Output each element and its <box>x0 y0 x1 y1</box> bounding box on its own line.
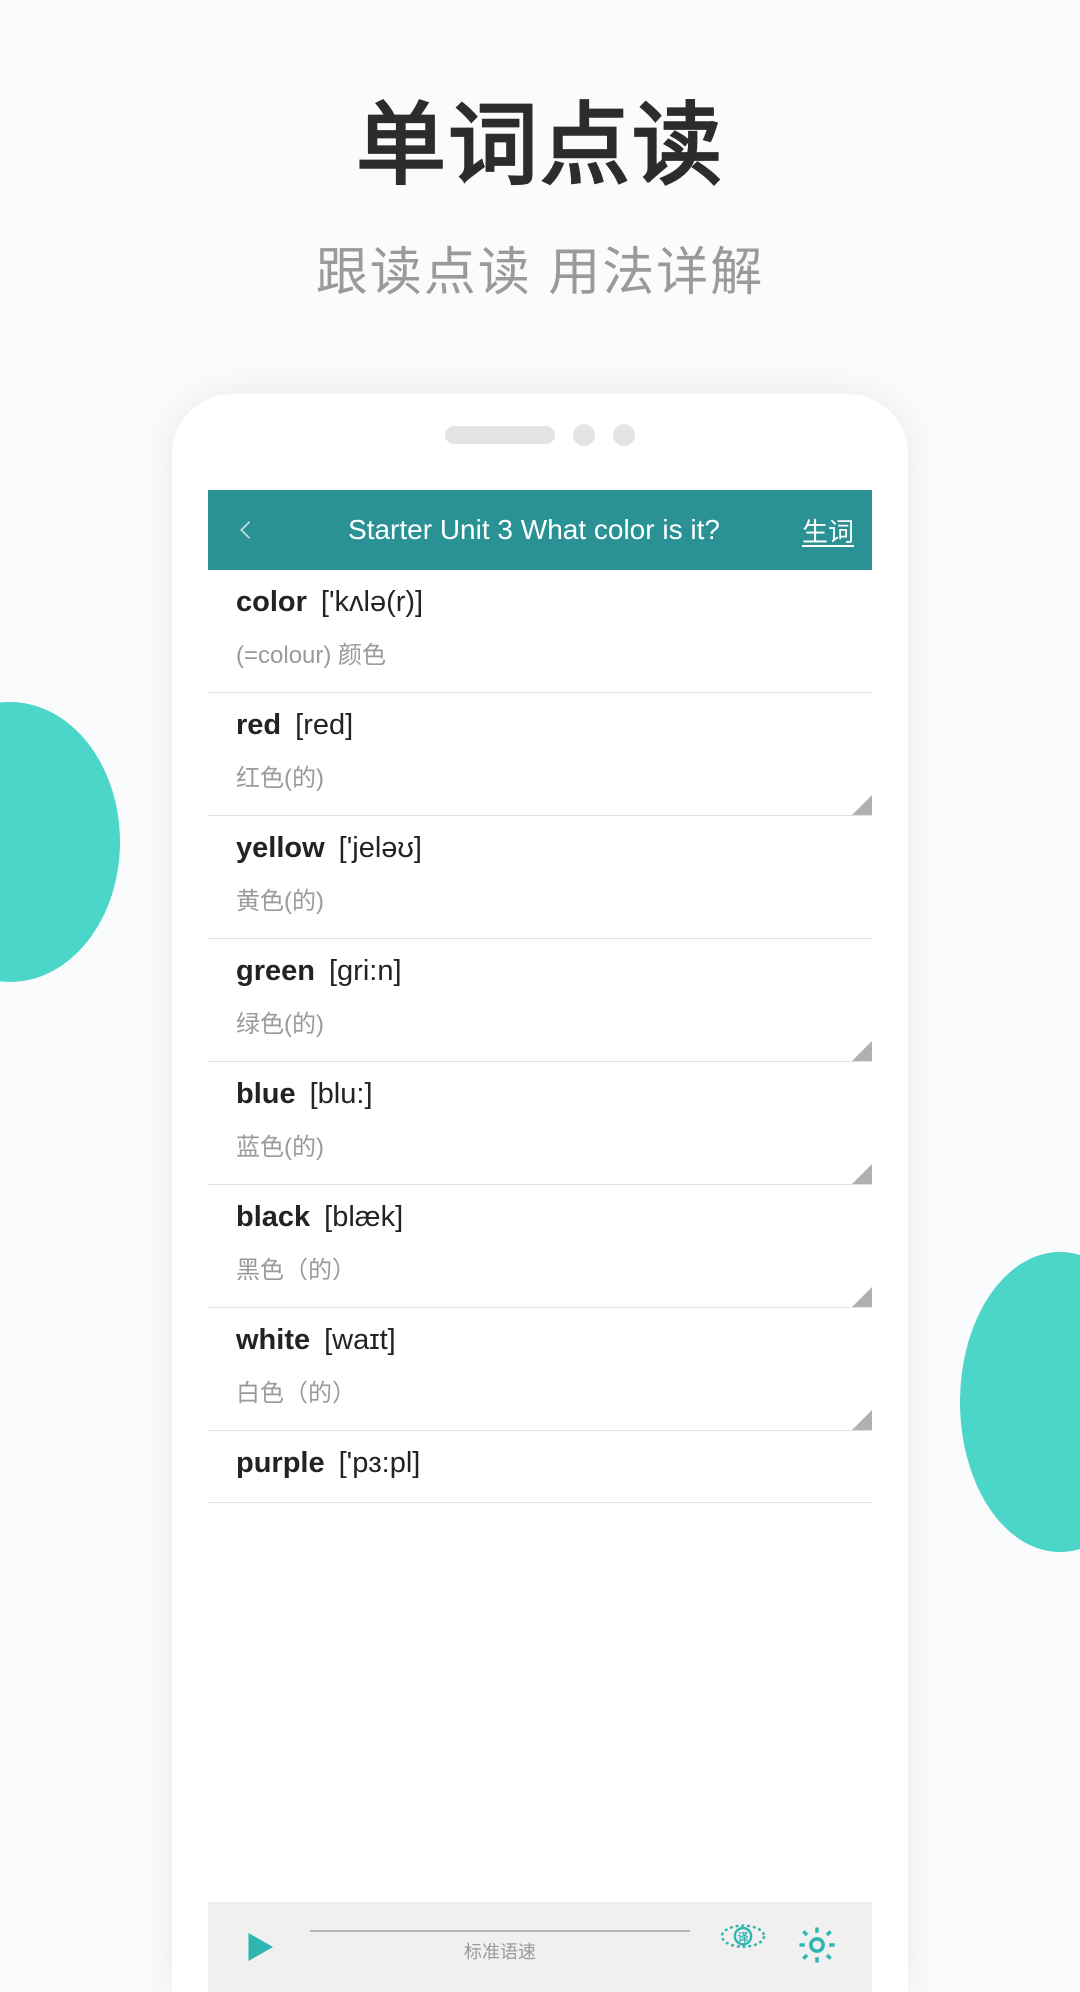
word-phonetic: [waɪt] <box>324 1324 396 1357</box>
expand-corner-icon[interactable] <box>852 795 872 815</box>
app-screen: Starter Unit 3 What color is it? 生词 colo… <box>208 490 872 1992</box>
phone-notch <box>445 424 635 446</box>
header-title: Starter Unit 3 What color is it? <box>266 514 802 546</box>
word-item[interactable]: white [waɪt] 白色（的） <box>208 1308 872 1431</box>
settings-gear-icon[interactable] <box>796 1924 842 1970</box>
svg-text:译: 译 <box>738 1931 749 1944</box>
word-term: green <box>236 955 315 988</box>
word-item[interactable]: blue [blu:] 蓝色(的) <box>208 1062 872 1185</box>
translate-toggle-icon[interactable]: 译 <box>720 1924 766 1970</box>
word-definition: 黑色（的） <box>236 1250 844 1285</box>
word-definition: 红色(的) <box>236 758 844 793</box>
word-definition: 白色（的） <box>236 1373 844 1408</box>
word-term: yellow <box>236 832 325 865</box>
expand-corner-icon[interactable] <box>852 1164 872 1184</box>
word-phonetic: [blu:] <box>310 1078 373 1111</box>
word-definition: (=colour) 颜色 <box>236 635 844 670</box>
word-item[interactable]: red [red] 红色(的) <box>208 693 872 816</box>
word-item[interactable]: yellow ['jeləʊ] 黄色(的) <box>208 816 872 939</box>
word-term: black <box>236 1201 310 1234</box>
play-icon[interactable] <box>238 1926 280 1968</box>
word-definition: 绿色(的) <box>236 1004 844 1039</box>
word-item[interactable]: color ['kʌlə(r)] (=colour) 颜色 <box>208 570 872 693</box>
word-phonetic: ['pɜ:pl] <box>339 1447 421 1480</box>
phone-mockup: Starter Unit 3 What color is it? 生词 colo… <box>172 394 908 1992</box>
speed-label: 标准语速 <box>464 1938 536 1964</box>
word-item[interactable]: green [gri:n] 绿色(的) <box>208 939 872 1062</box>
decorative-circle-left <box>0 702 120 982</box>
word-phonetic: [blæk] <box>324 1201 403 1234</box>
word-term: blue <box>236 1078 296 1111</box>
expand-corner-icon[interactable] <box>852 1410 872 1430</box>
word-term: white <box>236 1324 310 1357</box>
header-action-new-words[interactable]: 生词 <box>802 512 854 549</box>
decorative-circle-right <box>960 1252 1080 1552</box>
back-icon[interactable] <box>226 510 266 550</box>
word-term: red <box>236 709 281 742</box>
word-item[interactable]: purple ['pɜ:pl] <box>208 1431 872 1503</box>
word-item[interactable]: black [blæk] 黑色（的） <box>208 1185 872 1308</box>
hero-title: 单词点读 <box>0 72 1080 202</box>
bottom-bar: 标准语速 译 <box>208 1902 872 1992</box>
word-phonetic: ['kʌlə(r)] <box>321 586 423 619</box>
app-header: Starter Unit 3 What color is it? 生词 <box>208 490 872 570</box>
word-phonetic: [gri:n] <box>329 955 402 988</box>
word-definition: 黄色(的) <box>236 881 844 916</box>
hero-subtitle: 跟读点读 用法详解 <box>0 230 1080 305</box>
word-list: color ['kʌlə(r)] (=colour) 颜色 red [red] 红色(的)… <box>208 570 872 1902</box>
word-term: purple <box>236 1447 325 1480</box>
word-term: color <box>236 586 307 619</box>
expand-corner-icon[interactable] <box>852 1287 872 1307</box>
expand-corner-icon[interactable] <box>852 1041 872 1061</box>
word-phonetic: ['jeləʊ] <box>339 832 422 865</box>
speed-slider[interactable]: 标准语速 <box>310 1930 690 1964</box>
word-definition: 蓝色(的) <box>236 1127 844 1162</box>
word-phonetic: [red] <box>295 709 353 742</box>
